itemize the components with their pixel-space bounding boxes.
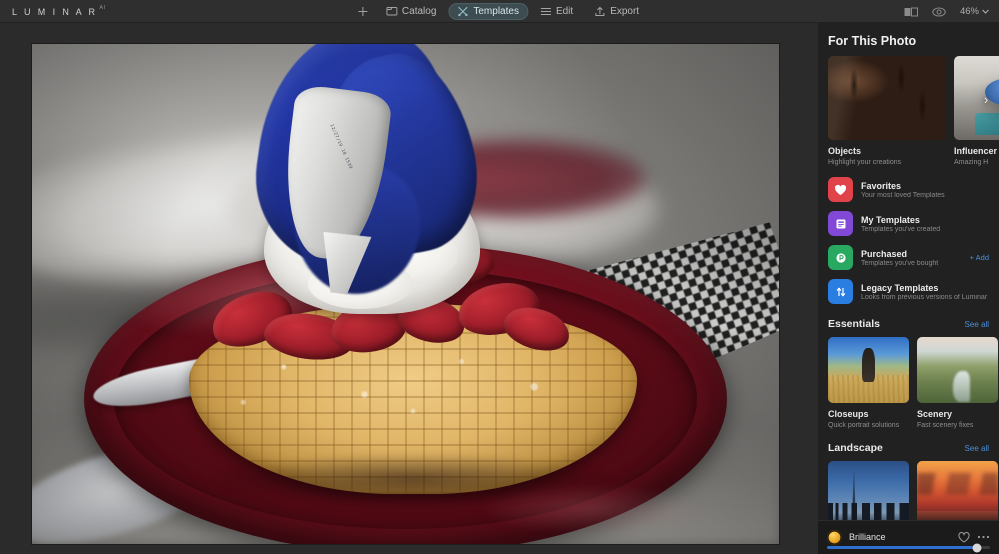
coffee-beans-image [828,56,946,140]
zoom-level-control[interactable]: 46% [960,6,989,17]
templates-panel-scroll[interactable]: For This Photo Objects Highlight your cr… [818,23,999,520]
template-card-title: Influencer [954,146,998,156]
toolbar-view-controls: 46% [904,0,989,23]
collection-subtitle: Templates you've created [861,225,941,233]
template-amount-fill [827,546,977,549]
photo-canvas[interactable]: 12/27/19 18 1539 [0,23,818,554]
collection-item-legacy-templates[interactable]: Legacy Templates Looks from previous ver… [828,279,989,304]
template-thumbnail [917,337,998,403]
section-header-essentials: Essentials See all [818,306,999,337]
template-card-scenery[interactable]: Scenery Fast scenery fixes [917,337,998,430]
templates-panel: For This Photo Objects Highlight your cr… [818,23,999,554]
tab-export[interactable]: Export [585,3,648,20]
collection-subtitle: Templates you've bought [861,259,939,267]
document-icon [828,211,853,236]
tab-templates[interactable]: Templates [448,2,528,20]
template-collections-list: Favorites Your most loved Templates My T… [818,167,999,306]
template-card-influencer[interactable]: Influencer Amazing H [954,56,999,167]
tab-edit-label: Edit [555,5,574,17]
essentials-card-row: Closeups Quick portrait solutions Scener… [818,337,999,430]
chevron-down-icon [982,9,989,14]
template-thumbnail [828,337,909,403]
edited-photo: 12/27/19 18 1539 [32,44,779,544]
see-all-landscape[interactable]: See all [965,444,989,453]
template-card-objects[interactable]: Objects Highlight your creations [828,56,946,167]
template-card-subtitle: Amazing H [954,159,989,166]
heart-icon [828,177,853,202]
photo-vignette [32,44,779,544]
collection-title: Legacy Templates [861,282,939,293]
template-card-title: Closeups [828,409,869,419]
template-thumbnail [828,56,946,140]
zoom-level-value: 46% [959,6,979,17]
compare-view-icon[interactable] [904,6,918,18]
panel-title: For This Photo [828,34,917,48]
section-title: Landscape [828,442,883,454]
templates-icon [457,6,468,17]
collection-item-text: Favorites Your most loved Templates [861,181,989,199]
add-photo-button[interactable] [351,3,374,20]
applied-template-bar: Brilliance [818,520,999,554]
scenery-image [917,337,998,403]
app-logo-superscript: AI [99,5,106,11]
brilliance-template-icon [827,529,842,545]
closeups-image [828,337,909,403]
tab-catalog-label: Catalog [401,5,437,17]
tab-edit[interactable]: Edit [531,3,582,20]
collection-item-purchased[interactable]: Purchased Templates you've bought + Add [828,245,989,270]
see-all-essentials[interactable]: See all [965,320,989,329]
collection-item-text: Purchased Templates you've bought [861,249,958,267]
sliders-icon [828,279,853,304]
export-icon [594,6,605,17]
more-options-icon[interactable] [977,531,990,544]
template-amount-slider[interactable] [827,543,990,552]
photo-container[interactable]: 12/27/19 18 1539 [32,44,779,544]
sunset-image [917,461,998,520]
collection-title: Favorites [861,180,902,191]
luminar-app-window: L U M I N A R AI Catalog Templates Edit … [0,0,999,554]
edit-icon [540,6,551,17]
collection-item-favorites[interactable]: Favorites Your most loved Templates [828,177,989,202]
section-title: Essentials [828,318,880,330]
collection-item-my-templates[interactable]: My Templates Templates you've created [828,211,989,236]
city-skyline-image [828,461,909,520]
chevron-right-icon[interactable]: › [979,92,993,107]
app-logo: L U M I N A R AI [12,0,106,23]
tab-templates-label: Templates [473,5,519,17]
catalog-icon [385,6,397,17]
collection-item-text: My Templates Templates you've created [861,215,989,233]
tab-export-label: Export [610,5,640,17]
add-purchased-link[interactable]: + Add [966,253,989,262]
toolbar-mode-group: Catalog Templates Edit Export [351,0,648,23]
landscape-card-row [818,461,999,520]
for-this-photo-row: Objects Highlight your creations Influen… [818,56,999,167]
template-card-landscape-city[interactable] [828,461,909,520]
template-card-subtitle: Quick portrait solutions [828,422,900,429]
template-card-landscape-sunset[interactable] [917,461,998,520]
template-card-closeups[interactable]: Closeups Quick portrait solutions [828,337,909,430]
collection-item-text: Legacy Templates Looks from previous ver… [861,283,989,301]
template-card-title: Objects [828,146,862,156]
section-header-landscape: Landscape See all [818,430,999,461]
template-amount-knob[interactable] [972,543,982,552]
plus-icon [357,6,368,17]
template-card-subtitle: Highlight your creations [828,159,902,166]
collection-title: Purchased [861,248,908,259]
template-thumbnail [828,461,909,520]
applied-template-name: Brilliance [849,532,886,542]
template-card-subtitle: Fast scenery fixes [917,422,974,429]
top-toolbar: L U M I N A R AI Catalog Templates Edit … [0,0,999,23]
app-logo-text: L U M I N A R [12,6,98,17]
template-card-title: Scenery [917,409,953,419]
collection-title: My Templates [861,214,920,225]
heart-outline-icon[interactable] [957,531,970,544]
price-tag-icon [828,245,853,270]
tab-catalog[interactable]: Catalog [377,3,445,20]
collection-subtitle: Looks from previous versions of Luminar [861,293,988,301]
applied-template-row: Brilliance [818,521,999,547]
template-thumbnail [917,461,998,520]
eye-icon[interactable] [932,6,946,18]
collection-subtitle: Your most loved Templates [861,191,945,199]
